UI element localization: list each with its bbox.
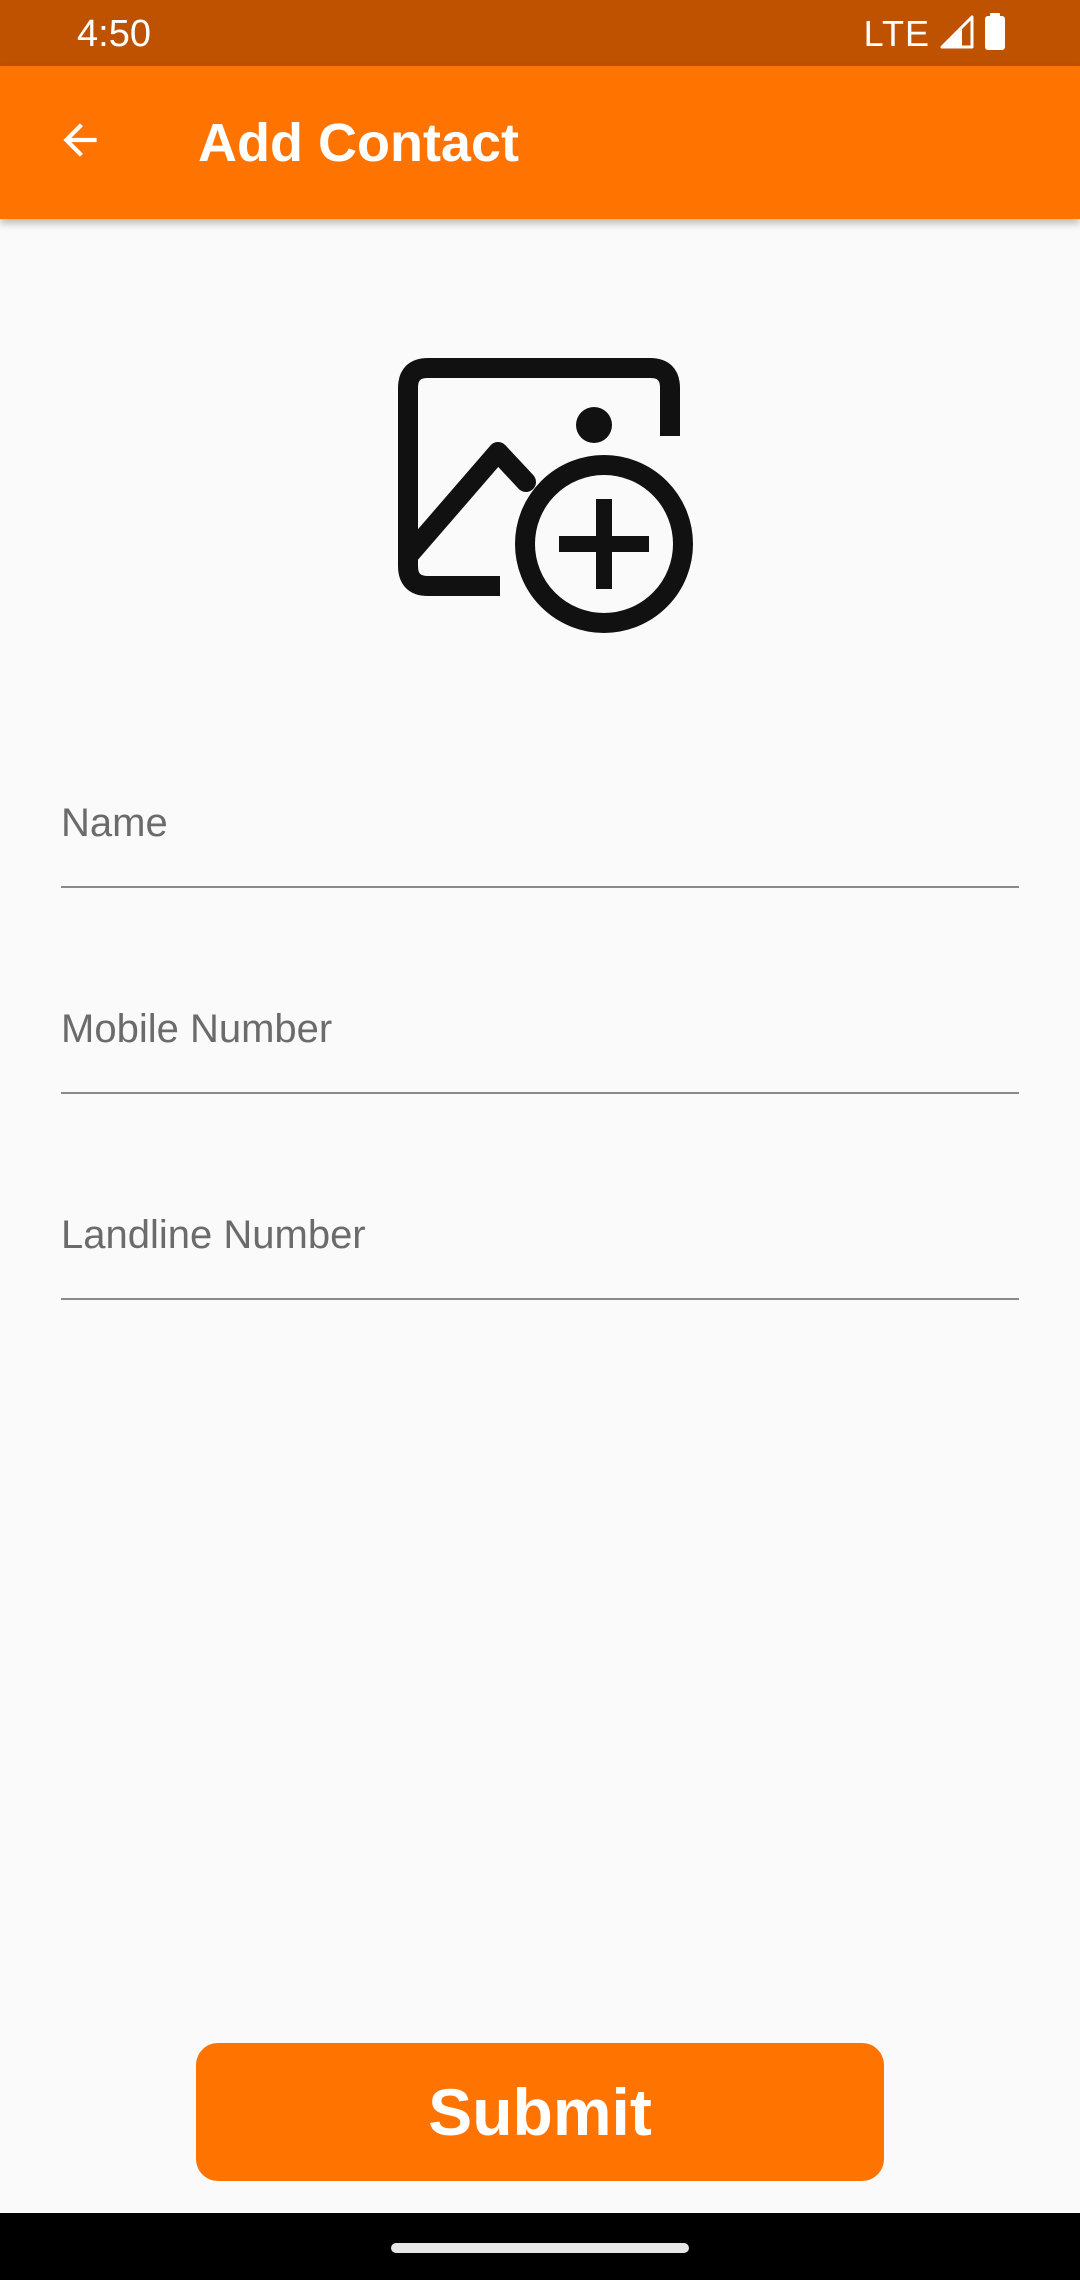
arrow-back-icon xyxy=(55,115,105,170)
landline-number-field-label: Landline Number xyxy=(61,1213,366,1257)
network-type: LTE xyxy=(863,13,930,54)
mobile-number-field-label: Mobile Number xyxy=(61,1007,333,1051)
add-contact-screen: 4:50 LTE Add Contact Name Mobile Number … xyxy=(0,0,1080,2280)
add-photo-icon xyxy=(398,358,698,642)
status-indicators: LTE xyxy=(864,12,1006,56)
home-handle[interactable] xyxy=(391,2243,689,2253)
submit-button-label: Submit xyxy=(428,2075,652,2149)
app-bar: Add Contact xyxy=(0,66,1080,219)
status-bar: 4:50 LTE xyxy=(0,0,1080,66)
battery-icon xyxy=(984,12,1006,56)
navigation-bar xyxy=(0,2213,1080,2280)
status-time: 4:50 xyxy=(77,13,151,55)
signal-icon xyxy=(940,15,974,54)
submit-button[interactable]: Submit xyxy=(196,2043,884,2181)
page-title: Add Contact xyxy=(198,113,519,173)
add-photo-button[interactable] xyxy=(398,358,698,638)
back-button[interactable] xyxy=(40,102,120,182)
landline-number-field[interactable]: Landline Number xyxy=(61,1188,1019,1300)
name-field[interactable]: Name xyxy=(61,776,1019,888)
name-field-label: Name xyxy=(61,801,168,845)
mobile-number-field[interactable]: Mobile Number xyxy=(61,982,1019,1094)
